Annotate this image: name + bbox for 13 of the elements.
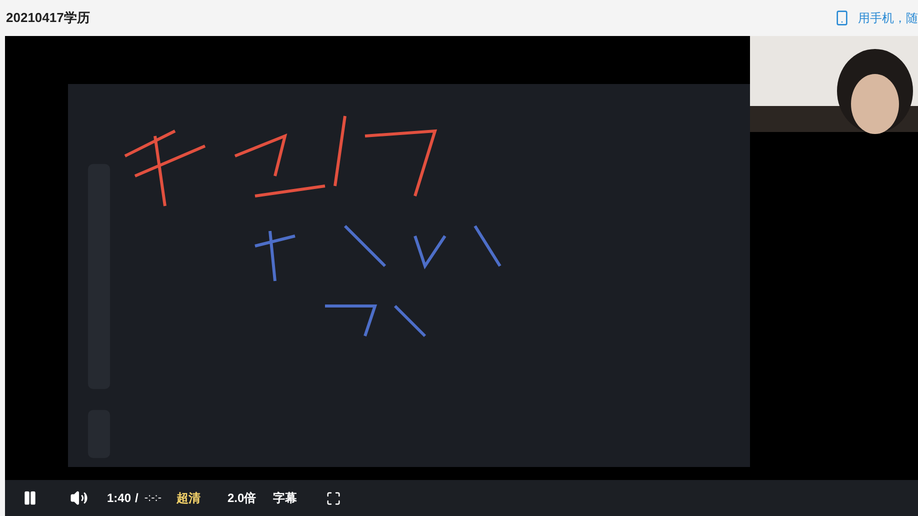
subtitles-button[interactable]: 字幕 [273,489,298,507]
fullscreen-button[interactable] [325,490,342,506]
duration: -:-:- [144,490,162,506]
volume-button[interactable] [69,488,89,508]
time-separator: / [135,490,138,507]
fullscreen-icon [326,490,341,506]
video-title: 20210417学历 [6,9,90,28]
quality-button[interactable]: 超清 [176,489,200,507]
pause-icon [22,490,38,506]
speed-button[interactable]: 2.0倍 [227,489,256,507]
phone-icon [834,8,850,28]
current-time: 1:40 [107,490,132,507]
volume-icon [70,489,88,507]
